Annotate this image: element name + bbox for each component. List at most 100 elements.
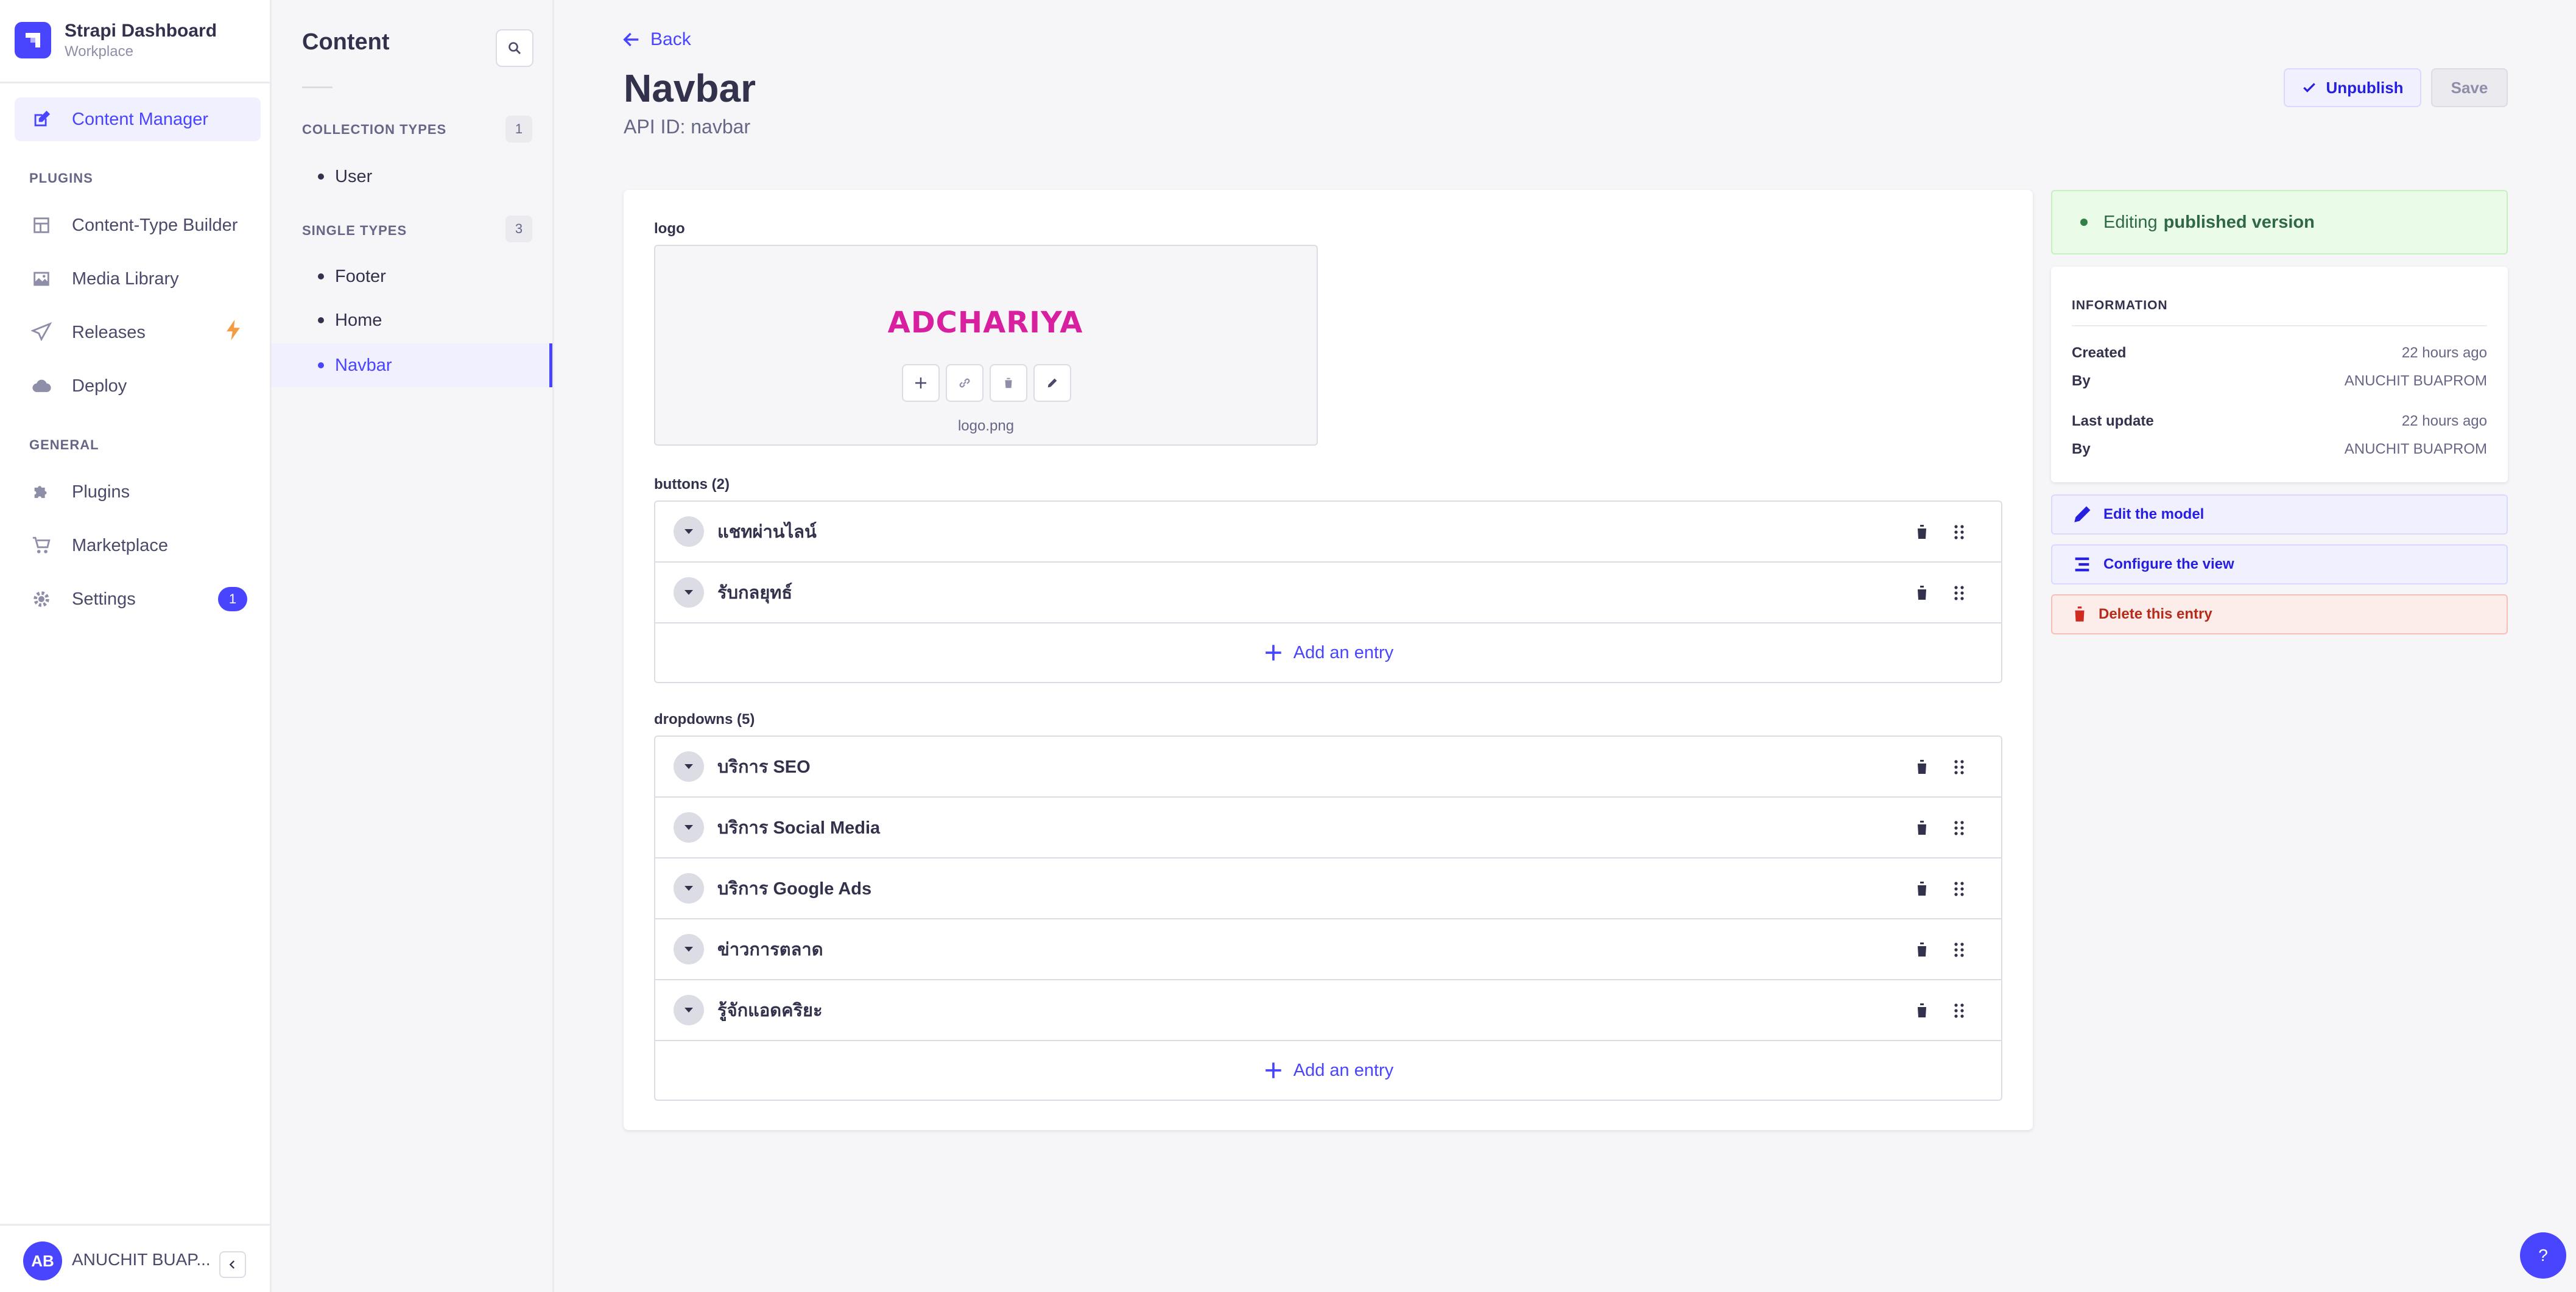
buttons-list: แชทผ่านไลน์ รับกลยุทธ์ Add an entry xyxy=(654,500,2002,683)
nav-label: Releases xyxy=(72,322,146,342)
search-button[interactable] xyxy=(496,29,533,67)
pencil-icon xyxy=(2074,506,2091,522)
caret-down-icon[interactable] xyxy=(674,812,704,843)
divider xyxy=(302,86,333,88)
add-media-button[interactable] xyxy=(902,364,940,402)
list-item[interactable]: บริการ SEO xyxy=(655,737,2001,798)
page-title: Navbar xyxy=(624,66,756,110)
nav-section-plugins: PLUGINS xyxy=(29,170,93,186)
back-link[interactable]: Back xyxy=(621,29,691,50)
list-item[interactable]: ข่าวการตลาด xyxy=(655,919,2001,980)
list-item-label: ข่าวการตลาด xyxy=(717,940,823,960)
nav-deploy[interactable]: Deploy xyxy=(15,364,261,408)
trash-icon[interactable] xyxy=(1915,880,1929,901)
caret-down-icon[interactable] xyxy=(674,577,704,608)
trash-icon[interactable] xyxy=(1915,759,1929,779)
list-item[interactable]: บริการ Social Media xyxy=(655,798,2001,858)
delete-entry-label: Delete this entry xyxy=(2099,606,2212,622)
chevron-left-icon xyxy=(229,1260,235,1269)
information-card: INFORMATION Created 22 hours ago By ANUC… xyxy=(2051,267,2508,482)
list-item[interactable]: รู้จักแอดคริยะ xyxy=(655,980,2001,1041)
back-label: Back xyxy=(650,29,691,49)
delete-media-button[interactable] xyxy=(990,364,1027,402)
list-item[interactable]: บริการ Google Ads xyxy=(655,858,2001,919)
cloud-icon xyxy=(29,374,54,398)
plus-icon xyxy=(1265,1062,1281,1078)
edit-model-button[interactable]: Edit the model xyxy=(2051,494,2508,535)
last-update-value: 22 hours ago xyxy=(2401,413,2487,429)
drag-handle-icon[interactable] xyxy=(1952,1002,1966,1022)
created-by-value: ANUCHIT BUAPROM xyxy=(2344,373,2487,389)
information-title: INFORMATION xyxy=(2072,298,2168,312)
drag-handle-icon[interactable] xyxy=(1952,941,1966,961)
delete-entry-button[interactable]: Delete this entry xyxy=(2051,594,2508,634)
last-update-label: Last update xyxy=(2072,413,2154,429)
status-prefix: Editing xyxy=(2103,212,2158,232)
api-id: API ID: navbar xyxy=(624,116,751,138)
trash-icon[interactable] xyxy=(1915,1002,1929,1022)
nav-content-type-builder[interactable]: Content-Type Builder xyxy=(15,203,261,247)
single-types-count: 3 xyxy=(505,216,532,242)
subnav-item-navbar[interactable]: Navbar xyxy=(272,343,552,387)
nav-label: Deploy xyxy=(72,376,127,396)
user-footer: AB ANUCHIT BUAP... xyxy=(0,1224,270,1292)
status-dot xyxy=(2080,219,2088,226)
edit-model-label: Edit the model xyxy=(2103,506,2205,522)
nav-releases[interactable]: Releases xyxy=(15,311,261,354)
main-nav: Strapi Dashboard Workplace Content Manag… xyxy=(0,0,272,1292)
gear-icon xyxy=(29,587,54,611)
user-name[interactable]: ANUCHIT BUAP... xyxy=(72,1250,211,1269)
list-item[interactable]: แชทผ่านไลน์ xyxy=(655,502,2001,563)
caret-down-icon[interactable] xyxy=(674,934,704,964)
subnav-item-footer[interactable]: Footer xyxy=(272,255,552,298)
help-button[interactable]: ? xyxy=(2520,1232,2566,1279)
nav-settings[interactable]: Settings 1 xyxy=(15,577,261,621)
nav-content-manager[interactable]: Content Manager xyxy=(15,97,261,141)
save-button[interactable]: Save xyxy=(2431,68,2508,107)
brand[interactable]: Strapi Dashboard Workplace xyxy=(15,19,217,61)
cart-icon xyxy=(29,533,54,558)
dropdowns-field-label: dropdowns (5) xyxy=(654,711,755,728)
list-item-label: แชทผ่านไลน์ xyxy=(717,522,817,542)
drag-handle-icon[interactable] xyxy=(1952,585,1966,605)
publish-status: Editing published version xyxy=(2051,190,2508,255)
trash-icon xyxy=(1004,377,1013,388)
list-item-label: บริการ SEO xyxy=(717,757,811,777)
drag-handle-icon[interactable] xyxy=(1952,880,1966,901)
nav-media-library[interactable]: Media Library xyxy=(15,257,261,301)
lightning-icon xyxy=(224,320,242,345)
strapi-logo-icon xyxy=(15,22,51,58)
subnav-item-home[interactable]: Home xyxy=(272,298,552,342)
created-by-label: By xyxy=(2072,373,2091,389)
add-button-entry[interactable]: Add an entry xyxy=(655,623,2001,682)
brand-subtitle: Workplace xyxy=(65,43,133,60)
caret-down-icon[interactable] xyxy=(674,873,704,904)
drag-handle-icon[interactable] xyxy=(1952,820,1966,840)
nav-marketplace[interactable]: Marketplace xyxy=(15,524,261,567)
logo-media-field[interactable]: ADCHARIYA logo.png xyxy=(654,245,1318,446)
arrow-left-icon xyxy=(623,32,639,47)
configure-view-button[interactable]: Configure the view xyxy=(2051,544,2508,585)
buttons-field-label: buttons (2) xyxy=(654,476,730,493)
status-value: published version xyxy=(2163,212,2315,232)
edit-media-button[interactable] xyxy=(1033,364,1071,402)
list-item[interactable]: รับกลยุทธ์ xyxy=(655,563,2001,623)
caret-down-icon[interactable] xyxy=(674,516,704,547)
drag-handle-icon[interactable] xyxy=(1952,524,1966,544)
trash-icon[interactable] xyxy=(1915,941,1929,961)
subnav-item-user[interactable]: User xyxy=(272,155,552,198)
trash-icon[interactable] xyxy=(1915,524,1929,544)
caret-down-icon[interactable] xyxy=(674,751,704,782)
nav-plugins[interactable]: Plugins xyxy=(15,470,261,514)
brand-title: Strapi Dashboard xyxy=(65,21,217,41)
copy-link-button[interactable] xyxy=(946,364,984,402)
drag-handle-icon[interactable] xyxy=(1952,759,1966,779)
trash-icon[interactable] xyxy=(1915,820,1929,840)
caret-down-icon[interactable] xyxy=(674,995,704,1025)
media-actions xyxy=(902,364,1071,402)
add-dropdown-entry[interactable]: Add an entry xyxy=(655,1041,2001,1100)
avatar[interactable]: AB xyxy=(23,1241,62,1280)
trash-icon[interactable] xyxy=(1915,585,1929,605)
unpublish-button[interactable]: Unpublish xyxy=(2284,68,2421,107)
collapse-nav-button[interactable] xyxy=(219,1251,246,1278)
